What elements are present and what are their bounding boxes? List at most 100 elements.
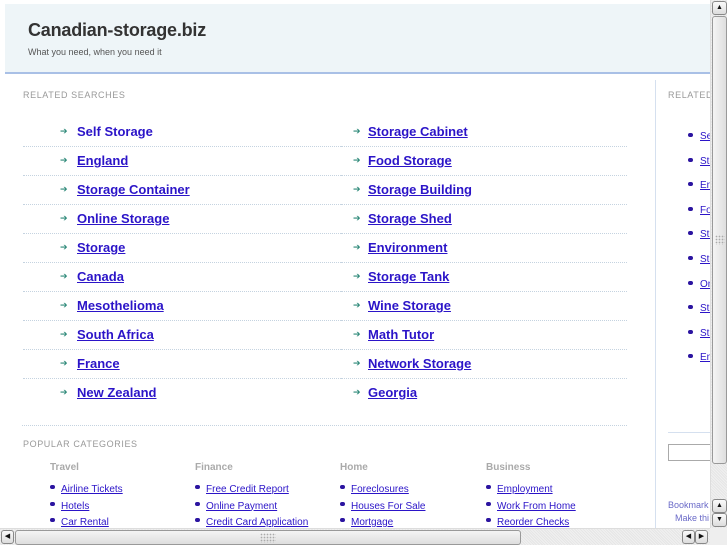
grip-icon — [715, 235, 725, 245]
arrow-right-icon: ➔ — [60, 155, 68, 165]
related-search-item: ➔ Mesothelioma — [23, 292, 341, 321]
sidebar-related-item: En — [688, 175, 710, 200]
sidebar-related-item: Fo — [688, 200, 710, 225]
make-homepage-link[interactable]: Make thi — [675, 513, 709, 523]
category-link[interactable]: Airline Tickets — [61, 484, 123, 495]
category-link[interactable]: Mortgage — [351, 517, 393, 528]
scroll-left-button-right[interactable]: ◀ — [682, 530, 695, 544]
category-link[interactable]: Work From Home — [497, 501, 576, 512]
sidebar-related-link[interactable]: Sto — [700, 254, 710, 265]
related-search-item: ➔ Canada — [23, 263, 341, 292]
bullet-icon — [50, 518, 55, 522]
arrow-right-icon: ➔ — [353, 271, 361, 281]
arrow-right-icon: ➔ — [353, 329, 361, 339]
sidebar-related-link[interactable]: Sto — [700, 156, 710, 167]
arrow-right-icon: ➔ — [60, 126, 68, 136]
related-search-link[interactable]: Math Tutor — [368, 327, 434, 342]
category-item: Free Credit Report — [195, 479, 335, 496]
sidebar-related-item: En — [688, 347, 710, 372]
related-search-link[interactable]: France — [77, 356, 120, 371]
sidebar-search-input[interactable] — [668, 444, 710, 461]
related-search-link[interactable]: Storage Shed — [368, 211, 452, 226]
horizontal-scroll-thumb[interactable] — [15, 530, 521, 545]
related-search-item: ➔ Storage Shed — [341, 205, 627, 234]
related-search-link[interactable]: Mesothelioma — [77, 298, 164, 313]
arrow-right-icon: ➔ — [60, 242, 68, 252]
related-search-link[interactable]: Storage Cabinet — [368, 124, 468, 139]
bullet-icon — [688, 206, 693, 211]
related-search-link[interactable]: Food Storage — [368, 153, 452, 168]
related-search-link[interactable]: Georgia — [368, 385, 417, 400]
related-search-link[interactable]: Storage Building — [368, 182, 472, 197]
sidebar-related-link[interactable]: En — [700, 180, 710, 191]
related-search-item: ➔ England — [23, 147, 341, 176]
related-search-item: ➔ South Africa — [23, 321, 341, 350]
scroll-up-button[interactable]: ▲ — [712, 1, 727, 15]
category-link[interactable]: Foreclosures — [351, 484, 409, 495]
related-search-link[interactable]: England — [77, 153, 128, 168]
bookmark-link[interactable]: Bookmark — [668, 500, 709, 510]
related-search-link[interactable]: Storage — [77, 240, 125, 255]
category-column: Travel Airline Tickets Hotels Car Rental — [50, 462, 190, 528]
category-link[interactable]: Free Credit Report — [206, 484, 289, 495]
scroll-down-button[interactable]: ▼ — [712, 513, 727, 527]
arrow-right-icon: ➔ — [353, 126, 361, 136]
category-link[interactable]: Online Payment — [206, 501, 277, 512]
bullet-icon — [688, 329, 693, 334]
bullet-icon — [688, 157, 693, 162]
scroll-up-button-lower[interactable]: ▲ — [712, 499, 727, 513]
category-link[interactable]: Car Rental — [61, 517, 109, 528]
related-search-item: ➔ Storage Cabinet — [341, 118, 627, 147]
category-item: Airline Tickets — [50, 479, 190, 496]
sidebar-related-link[interactable]: Sto — [700, 229, 710, 240]
related-search-link[interactable]: South Africa — [77, 327, 154, 342]
related-search-link[interactable]: Wine Storage — [368, 298, 451, 313]
bullet-icon — [486, 485, 491, 489]
related-search-link[interactable]: Storage Container — [77, 182, 190, 197]
arrow-right-icon: ➔ — [60, 358, 68, 368]
category-link[interactable]: Employment — [497, 484, 553, 495]
bullet-icon — [195, 501, 200, 506]
sidebar-related-item: Sto — [688, 224, 710, 249]
related-search-item: ➔ Math Tutor — [341, 321, 627, 350]
sidebar-related-link[interactable]: Sto — [700, 328, 710, 339]
related-search-item: ➔ Wine Storage — [341, 292, 627, 321]
category-link[interactable]: Hotels — [61, 501, 89, 512]
category-link[interactable]: Houses For Sale — [351, 501, 425, 512]
arrow-right-icon: ➔ — [60, 300, 68, 310]
category-link[interactable]: Credit Card Application — [206, 517, 308, 528]
category-link[interactable]: Reorder Checks — [497, 517, 569, 528]
category-item: Foreclosures — [340, 479, 480, 496]
related-search-link[interactable]: Self Storage — [77, 124, 153, 139]
sidebar-related-item: Sto — [688, 323, 710, 348]
related-search-link[interactable]: Storage Tank — [368, 269, 449, 284]
popular-categories-heading: POPULAR CATEGORIES — [23, 439, 138, 449]
site-tagline: What you need, when you need it — [28, 47, 162, 57]
related-search-link[interactable]: New Zealand — [77, 385, 156, 400]
arrow-right-icon: ➔ — [60, 271, 68, 281]
scroll-left-button[interactable]: ◀ — [1, 530, 14, 544]
related-searches-left-list: ➔ Self Storage ➔ England ➔ Storage Container ➔… — [23, 118, 341, 407]
related-search-link[interactable]: Canada — [77, 269, 124, 284]
vertical-scrollbar[interactable]: ▲ ▲ ▼ — [710, 0, 727, 528]
bullet-icon — [50, 485, 55, 489]
sidebar-related-link[interactable]: Sto — [700, 303, 710, 314]
horizontal-scrollbar[interactable]: ◀ ◀ ▶ — [0, 528, 710, 545]
arrow-right-icon: ➔ — [353, 300, 361, 310]
related-search-item: ➔ Network Storage — [341, 350, 627, 379]
related-search-link[interactable]: Online Storage — [77, 211, 169, 226]
sidebar-related-link[interactable]: Se — [700, 131, 710, 142]
scroll-right-button[interactable]: ▶ — [695, 530, 708, 544]
bullet-icon — [50, 501, 55, 506]
sidebar-related-link[interactable]: En — [700, 352, 710, 363]
related-search-link[interactable]: Network Storage — [368, 356, 471, 371]
category-item: Mortgage — [340, 512, 480, 528]
sidebar-related-list: Se Sto En Fo Sto Sto Om Sto Sto En — [688, 126, 710, 372]
arrow-right-icon: ➔ — [60, 387, 68, 397]
related-search-link[interactable]: Environment — [368, 240, 447, 255]
sidebar-related-link[interactable]: Fo — [700, 205, 710, 216]
sidebar-related-link[interactable]: Om — [700, 279, 710, 290]
vertical-scroll-thumb[interactable] — [712, 16, 727, 464]
category-item: Hotels — [50, 496, 190, 513]
site-title[interactable]: Canadian-storage.biz — [28, 20, 206, 41]
